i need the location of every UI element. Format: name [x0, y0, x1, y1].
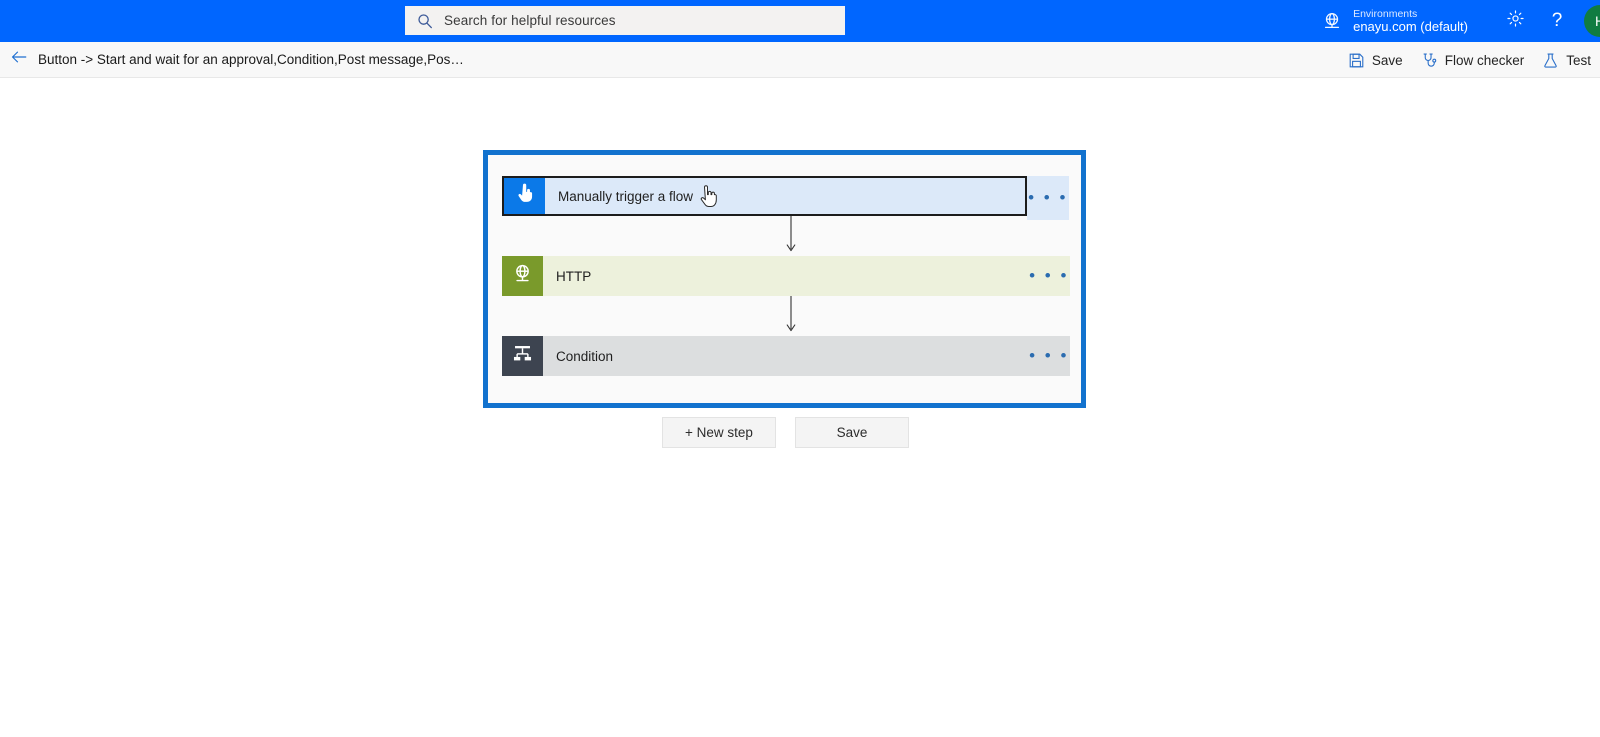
settings-button[interactable] [1494, 0, 1536, 42]
flow-steps-container: Manually trigger a flow • • • HTTP • • •… [488, 155, 1081, 403]
question-mark-icon: ? [1551, 10, 1563, 31]
save-button-label: Save [1371, 52, 1403, 68]
environment-value: enayu.com (default) [1353, 18, 1468, 34]
flow-checker-button[interactable]: Flow checker [1412, 42, 1534, 78]
card-body: HTTP [543, 256, 1070, 296]
command-bar: Button -> Start and wait for an approval… [0, 42, 1600, 78]
command-bar-actions: Save Flow checker Test [1339, 42, 1600, 78]
back-button[interactable] [4, 45, 34, 75]
environment-selector[interactable]: Environments enayu.com (default) [1353, 8, 1468, 35]
test-button-label: Test [1566, 52, 1591, 68]
back-arrow-icon [10, 48, 28, 71]
global-search[interactable]: Search for helpful resources [405, 6, 845, 35]
hand-tap-icon [513, 182, 536, 210]
flow-card-menu-http[interactable]: • • • [1028, 256, 1070, 296]
flow-card-manually-trigger-a-flow[interactable]: Manually trigger a flow [502, 176, 1027, 216]
globe-icon [511, 262, 534, 290]
breadcrumb: Button -> Start and wait for an approval… [38, 52, 464, 67]
flow-card-title: Condition [556, 348, 614, 364]
flow-card-title: Manually trigger a flow [558, 188, 694, 204]
card-body: Manually trigger a flow [545, 178, 1025, 214]
test-button[interactable]: Test [1533, 42, 1600, 78]
card-icon-tile [504, 178, 545, 214]
save-floppy-icon [1348, 52, 1365, 69]
card-body: Condition [543, 336, 1070, 376]
flow-highlight-outline: Manually trigger a flow • • • HTTP • • •… [483, 150, 1086, 408]
card-icon-tile [502, 256, 543, 296]
condition-branch-icon [511, 342, 534, 370]
help-button[interactable]: ? [1536, 0, 1578, 42]
flow-connector-arrow [785, 296, 797, 336]
save-button[interactable]: Save [1339, 42, 1412, 78]
search-icon [417, 13, 433, 29]
flow-card-condition[interactable]: Condition [502, 336, 1070, 376]
flow-card-menu-manually-trigger-a-flow[interactable]: • • • [1027, 176, 1069, 220]
flow-designer-canvas: Manually trigger a flow • • • HTTP • • •… [0, 78, 1600, 737]
environment-globe-icon [1321, 10, 1343, 32]
avatar[interactable]: H [1584, 5, 1600, 37]
suite-bar: Search for helpful resources Environment… [0, 0, 1600, 42]
stethoscope-icon [1421, 52, 1438, 69]
suite-bar-right: Environments enayu.com (default) ? H [1321, 0, 1600, 42]
flow-bottom-actions: + New step Save [662, 417, 909, 448]
flow-card-title: HTTP [556, 268, 592, 284]
flow-checker-button-label: Flow checker [1444, 52, 1525, 68]
new-step-button[interactable]: + New step [662, 417, 776, 448]
flask-icon [1542, 52, 1559, 69]
card-icon-tile [502, 336, 543, 376]
flow-connector-arrow [785, 216, 797, 256]
flow-card-menu-condition[interactable]: • • • [1028, 336, 1070, 376]
search-input[interactable]: Search for helpful resources [405, 6, 845, 35]
designer-save-button[interactable]: Save [795, 417, 909, 448]
flow-card-http[interactable]: HTTP [502, 256, 1070, 296]
environment-label: Environments [1353, 7, 1418, 20]
search-placeholder-text: Search for helpful resources [444, 13, 616, 28]
gear-icon [1506, 9, 1525, 33]
